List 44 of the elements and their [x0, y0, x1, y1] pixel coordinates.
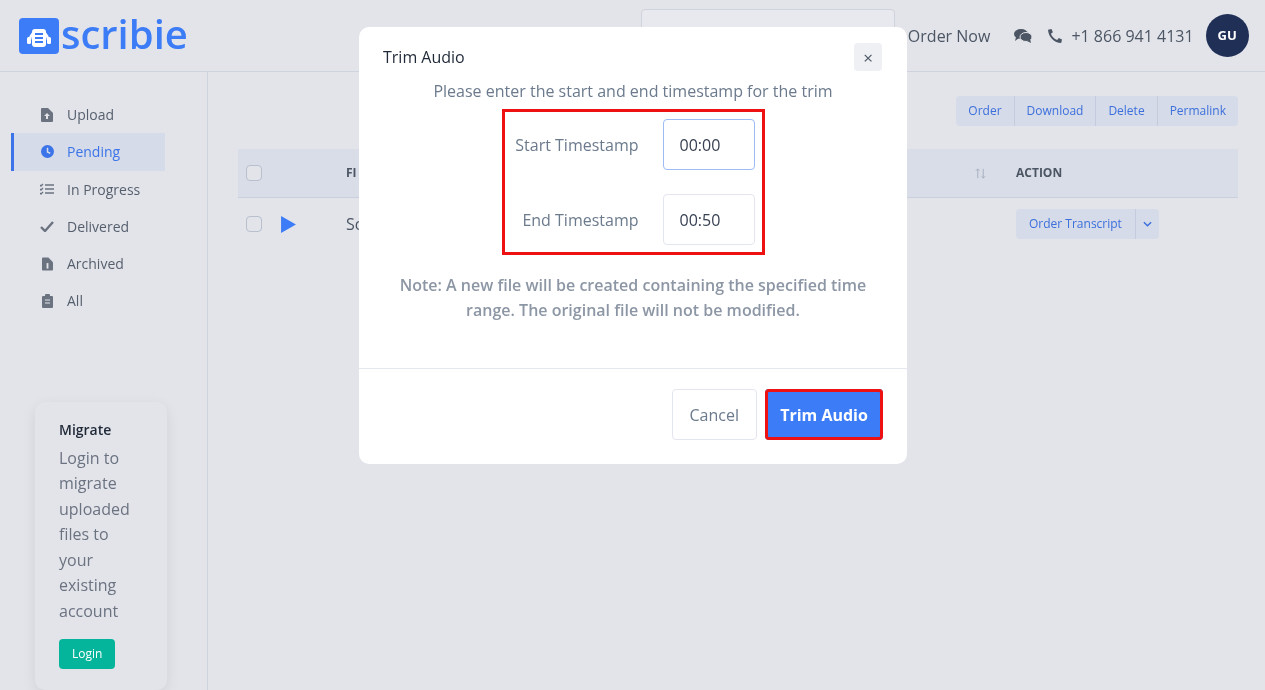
sidebar-item[interactable]: All: [11, 282, 165, 320]
phone-number: +1 866 941 4131: [1071, 23, 1194, 48]
card-title: Migrate: [59, 418, 113, 440]
phone-icon: [1047, 27, 1064, 44]
dialog-title: Trim Audio: [383, 45, 465, 69]
order-now-link[interactable]: Order Now: [907, 23, 991, 48]
close-button[interactable]: ×: [854, 43, 882, 71]
caret-icon: [1142, 221, 1152, 227]
sidebar-item[interactable]: Upload: [11, 96, 165, 134]
play-icon[interactable]: [281, 215, 296, 233]
logo-icon: [19, 17, 59, 54]
sidebar-item[interactable]: Pending: [11, 133, 165, 171]
order-transcript-button[interactable]: Order Transcript: [1016, 209, 1135, 239]
field-label: Start Timestamp: [515, 132, 639, 157]
toolbar-button[interactable]: Download: [1013, 96, 1096, 126]
card-text: Login to migrate uploaded files to your existing account: [59, 445, 131, 624]
sidebar-item[interactable]: Archived: [11, 245, 165, 283]
timestamp-field[interactable]: 00:50: [662, 194, 755, 245]
toolbar-button[interactable]: Delete: [1095, 96, 1157, 126]
note-text: Note: A new file will be created containing the specified time range. The original file will not be modified.: [398, 273, 868, 323]
file-icon: [41, 256, 53, 271]
checkbox[interactable]: [246, 165, 262, 181]
trim-audio-button[interactable]: Trim Audio: [765, 389, 883, 440]
column-header: ACTION: [1016, 164, 1063, 182]
toolbar-button[interactable]: Order: [956, 96, 1014, 126]
checkbox[interactable]: [246, 216, 262, 232]
toolbar-button[interactable]: Permalink: [1156, 96, 1238, 126]
column-header: FI: [346, 164, 357, 182]
cancel-button[interactable]: Cancel: [671, 389, 757, 440]
field-label: End Timestamp: [522, 207, 639, 232]
sidebar-item[interactable]: In Progress: [11, 170, 165, 208]
file-icon: [41, 107, 53, 122]
timestamp-field[interactable]: 00:00: [662, 119, 755, 170]
chat-icon[interactable]: [1014, 28, 1033, 43]
logo-text[interactable]: scribie: [61, 13, 188, 54]
sort-icon[interactable]: [975, 167, 986, 179]
user-avatar[interactable]: GU: [1205, 14, 1249, 57]
checklist-icon: [40, 183, 54, 196]
clock-icon: [40, 145, 54, 159]
dialog-description: Please enter the start and end timestamp for the trim: [432, 79, 834, 103]
clipboard-icon: [41, 293, 53, 308]
check-icon: [40, 220, 54, 232]
dropdown-button[interactable]: [1134, 209, 1159, 239]
sidebar-item[interactable]: Delivered: [11, 207, 165, 245]
